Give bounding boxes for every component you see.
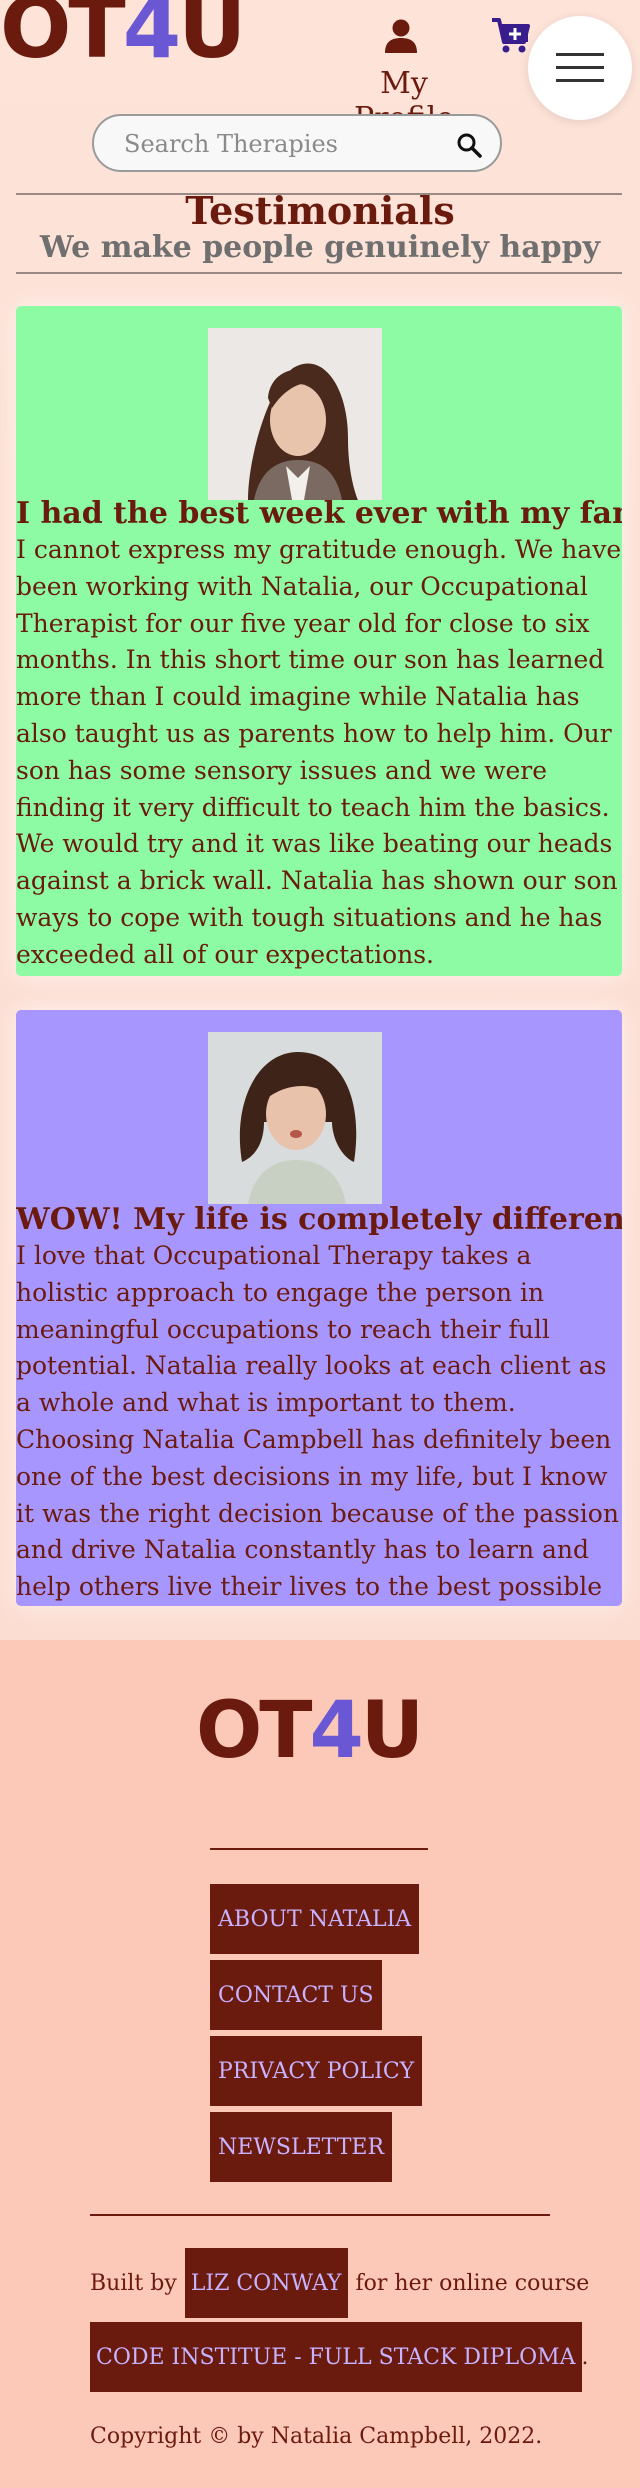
course-suffix: . <box>581 2344 589 2370</box>
course-link[interactable]: CODE INSTITUE - FULL STACK DIPLOMA <box>90 2322 582 2392</box>
footer-logo-text-u: U <box>360 1686 424 1776</box>
footer-divider-long <box>90 2214 550 2216</box>
logo-text-ot: OT <box>0 0 126 77</box>
search-box <box>92 114 502 172</box>
footer-link-newsletter[interactable]: NEWSLETTER <box>210 2112 393 2182</box>
testimonial-photo-woman-bob-hair <box>208 1032 382 1204</box>
testimonial-card: WOW! My life is completely different now… <box>16 1010 622 1606</box>
cart-icon[interactable] <box>490 16 530 54</box>
footer-link-about-natalia[interactable]: ABOUT NATALIA <box>210 1884 420 1954</box>
footer: OT4U ABOUT NATALIA CONTACT US PRIVACY PO… <box>0 1640 640 2488</box>
logo-text-4: 4 <box>122 0 181 77</box>
testimonial-text: I cannot express my gratitude enough. We… <box>16 535 622 969</box>
footer-link-privacy-policy[interactable]: PRIVACY POLICY <box>210 2036 423 2106</box>
footer-divider-short <box>210 1848 428 1850</box>
hamburger-menu-icon <box>556 53 604 82</box>
search-icon[interactable] <box>456 132 482 158</box>
user-icon[interactable] <box>384 18 418 54</box>
section-bottom-divider <box>16 272 622 274</box>
built-by-line: Built by LIZ CONWAY for her online cours… <box>90 2248 589 2318</box>
logo-text-u: U <box>178 0 246 77</box>
testimonial-text: I love that Occupational Therapy takes a… <box>16 1241 619 1602</box>
author-link[interactable]: LIZ CONWAY <box>184 2248 348 2318</box>
footer-link-contact-us[interactable]: CONTACT US <box>210 1960 382 2030</box>
built-by-prefix: Built by <box>90 2270 177 2296</box>
footer-logo-text-4: 4 <box>309 1686 364 1776</box>
copyright-text: Copyright © by Natalia Campbell, 2022. <box>90 2424 543 2449</box>
testimonial-title: I had the best week ever with my family <box>16 496 622 531</box>
footer-logo[interactable]: OT4U <box>196 1692 446 1770</box>
section-title: Testimonials <box>185 188 455 233</box>
testimonial-photo-woman-long-hair <box>208 328 382 500</box>
course-line: CODE INSTITUE - FULL STACK DIPLOMA . <box>90 2322 589 2392</box>
testimonial-card: I had the best week ever with my family … <box>16 306 622 976</box>
section-subtitle: We make people genuinely happy <box>39 230 601 265</box>
site-logo[interactable]: OT4U <box>0 0 246 70</box>
built-by-suffix: for her online course <box>355 2270 590 2296</box>
testimonial-title: WOW! My life is completely different now <box>16 1202 622 1237</box>
menu-button[interactable] <box>528 16 632 120</box>
footer-logo-text-ot: OT <box>196 1686 313 1776</box>
search-input[interactable] <box>122 126 426 162</box>
